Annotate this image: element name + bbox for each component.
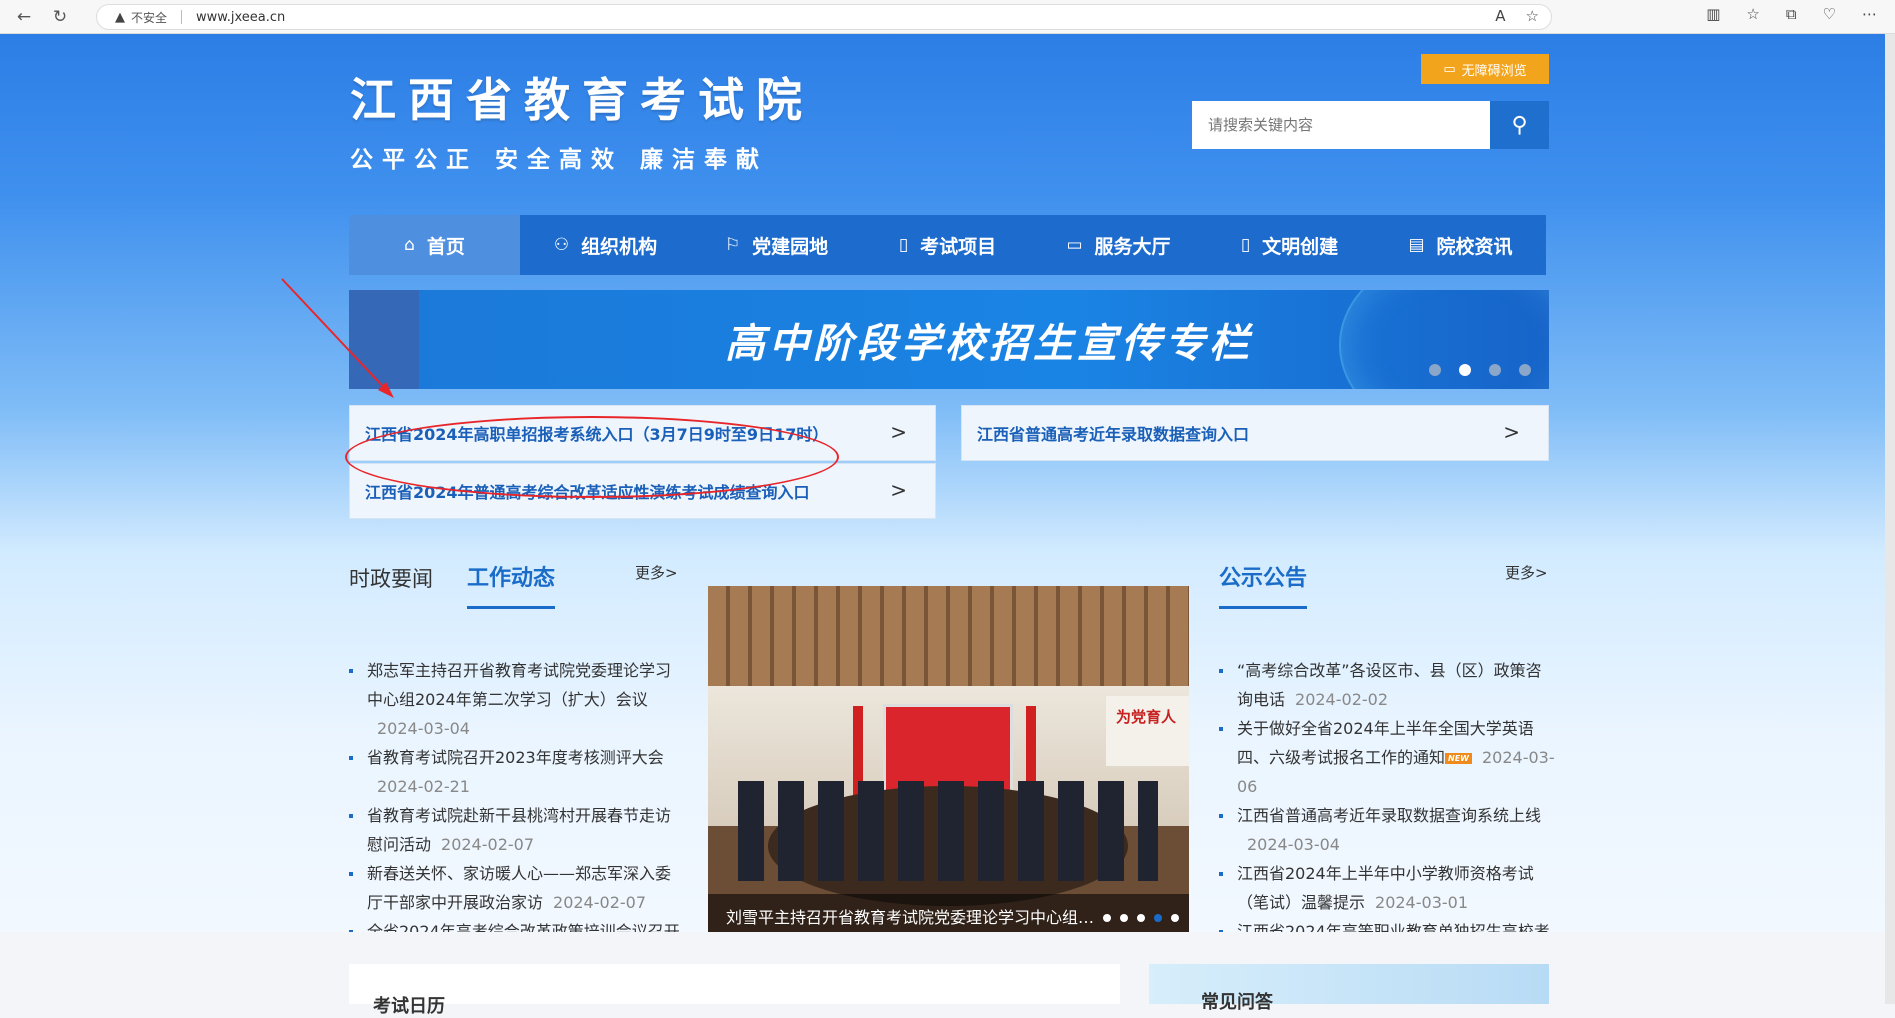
nav-label: 考试项目 (920, 235, 997, 258)
list-item[interactable]: 关于做好全省2024年上半年全国大学英语四、六级考试报名工作的通知 NEW 2024… (1219, 714, 1555, 801)
banner-dots (1429, 364, 1531, 376)
carousel-dot[interactable] (1137, 914, 1145, 922)
tablet-icon: ▯ (1240, 235, 1251, 255)
red-annotation-arrow (281, 278, 394, 398)
address-bar[interactable]: ▲ 不安全 www.jxeea.cn A ☆ (96, 4, 1552, 30)
list-item[interactable]: 省教育考试院召开2023年度考核测评大会 2024-02-21 (349, 743, 684, 801)
url-text: www.jxeea.cn (196, 9, 286, 25)
monitor-icon: ▭ (1443, 61, 1456, 77)
nav-item-organization[interactable]: ⚇ 组织机构 (520, 215, 691, 275)
carousel-dot-active[interactable] (1459, 364, 1471, 376)
photo-slogan: 为党育人 (1106, 696, 1189, 766)
notice-list: “高考综合改革”各设区市、县（区）政策咨询电话 2024-02-02 关于做好全省… (1219, 656, 1555, 946)
faq-card[interactable]: 常见问答 (1149, 964, 1549, 1013)
list-item[interactable]: 江西省2024年上半年中小学教师资格考试（笔试）温馨提示 2024-03-01 (1219, 859, 1555, 917)
read-aloud-icon[interactable]: A (1495, 7, 1505, 25)
news-date: 2024-03-04 (377, 719, 470, 738)
card-title: 考试日历 (373, 996, 445, 1017)
list-item[interactable]: 江西省普通高考近年录取数据查询系统上线 2024-03-04 (1219, 801, 1555, 859)
search-input[interactable] (1192, 101, 1490, 149)
org-icon: ⚇ (553, 235, 570, 255)
list-item[interactable]: “高考综合改革”各设区市、县（区）政策咨询电话 2024-02-02 (1219, 656, 1555, 714)
caption-text: 刘雪平主持召开省教育考试院党委理论学习中心组… (726, 908, 1095, 927)
book-icon: ▯ (898, 235, 909, 255)
notice-date: 2024-03-04 (1247, 835, 1340, 854)
news-date: 2024-02-07 (441, 835, 534, 854)
carousel-dot-active[interactable] (1154, 914, 1162, 922)
search-box: ⚲ (1192, 101, 1549, 149)
carousel-dot[interactable] (1120, 914, 1128, 922)
notice-title-text: 江西省普通高考近年录取数据查询系统上线 (1237, 806, 1542, 825)
nav-label: 服务大厅 (1094, 235, 1171, 258)
split-screen-icon[interactable]: ▥ (1706, 5, 1720, 23)
reload-icon[interactable]: ↻ (48, 5, 72, 29)
chevron-right-icon: > (890, 420, 907, 444)
collections-icon[interactable]: ⧉ (1786, 5, 1797, 23)
back-icon[interactable]: ← (12, 5, 36, 29)
notice-title-text: “高考综合改革”各设区市、县（区）政策咨询电话 (1237, 661, 1542, 709)
favorites-icon[interactable]: ☆ (1746, 5, 1759, 23)
list-item[interactable]: 郑志军主持召开省教育考试院党委理论学习中心组2024年第二次学习（扩大）会议 20… (349, 656, 684, 743)
notice-more-link[interactable]: 更多> (1505, 562, 1548, 583)
chevron-right-icon: > (1503, 420, 1520, 444)
list-item[interactable]: 新春送关怀、家访暖人心——郑志军深入委厅干部家中开展政治家访 2024-02-07 (349, 859, 684, 917)
accessibility-label: 无障碍浏览 (1461, 63, 1527, 79)
news-list: 郑志军主持召开省教育考试院党委理论学习中心组2024年第二次学习（扩大）会议 20… (349, 656, 684, 946)
nav-item-service[interactable]: ▭ 服务大厅 (1033, 215, 1204, 275)
nav-item-college-info[interactable]: ▤ 院校资讯 (1375, 215, 1546, 275)
news-title: 郑志军主持召开省教育考试院党委理论学习中心组2024年第二次学习（扩大）会议 (367, 661, 672, 709)
quick-link-admission-data[interactable]: 江西省普通高考近年录取数据查询入口 > (961, 405, 1549, 461)
photo-dots (1103, 914, 1179, 922)
accessibility-button[interactable]: ▭ 无障碍浏览 (1421, 54, 1549, 84)
carousel-dot[interactable] (1519, 364, 1531, 376)
calendar-card: 考试日历 (349, 964, 1120, 1017)
nav-item-party[interactable]: ⚐ 党建园地 (691, 215, 862, 275)
main-nav: ⌂ 首页 ⚇ 组织机构 ⚐ 党建园地 ▯ 考试项目 ▭ 服务大厅 ▯ 文明创建 ▤ 院校资讯 (349, 215, 1546, 275)
news-title: 省教育考试院召开2023年度考核测评大会 (367, 748, 664, 767)
nav-label: 首页 (426, 235, 465, 258)
photo-people (738, 781, 1158, 881)
nav-label: 院校资讯 (1436, 235, 1513, 258)
photo-carousel[interactable]: 为党育人 刘雪平主持召开省教育考试院党委理论学习中心组… (708, 586, 1189, 938)
service-icon: ▭ (1066, 235, 1083, 255)
news-date: 2024-02-07 (553, 893, 646, 912)
carousel-dot[interactable] (1429, 364, 1441, 376)
quick-link-label: 江西省普通高考近年录取数据查询入口 (977, 425, 1250, 444)
favorite-star-icon[interactable]: ☆ (1526, 7, 1539, 25)
search-button[interactable]: ⚲ (1490, 101, 1549, 149)
tab-current-affairs[interactable]: 时政要闻 (349, 563, 433, 593)
carousel-dot[interactable] (1489, 364, 1501, 376)
carousel-dot[interactable] (1103, 914, 1111, 922)
banner-title: 高中阶段学校招生宣传专栏 (725, 321, 1253, 367)
banner-carousel[interactable]: 高中阶段学校招生宣传专栏 (349, 290, 1549, 389)
info-icon: ▤ (1408, 235, 1425, 255)
warning-icon: ▲ (115, 9, 125, 25)
news-date: 2024-02-21 (377, 777, 470, 796)
nav-item-civilization[interactable]: ▯ 文明创建 (1204, 215, 1375, 275)
nav-label: 党建园地 (752, 235, 829, 258)
security-label: 不安全 (131, 10, 168, 25)
site-page: 江西省教育考试院 公平公正 安全高效 廉洁奉献 ▭ 无障碍浏览 ⚲ ⌂首页 ⚇组… (0, 34, 1895, 941)
notice-date: 2024-03-01 (1375, 893, 1468, 912)
notice-title[interactable]: 公示公告 (1219, 560, 1308, 609)
divider (181, 10, 183, 24)
carousel-dot[interactable] (1171, 914, 1179, 922)
news-more-link[interactable]: 更多> (635, 562, 678, 583)
extensions-icon[interactable]: ♡ (1823, 5, 1836, 23)
new-badge: NEW (1445, 753, 1472, 764)
nav-item-exams[interactable]: ▯ 考试项目 (862, 215, 1033, 275)
chevron-right-icon: > (890, 478, 907, 502)
tab-work-updates[interactable]: 工作动态 (467, 560, 556, 609)
party-icon: ⚐ (724, 235, 741, 255)
card-title: 常见问答 (1201, 992, 1273, 1013)
list-item[interactable]: 省教育考试院赴新干县桃湾村开展春节走访慰问活动 2024-02-07 (349, 801, 684, 859)
more-menu-icon[interactable]: ⋯ (1862, 5, 1877, 23)
nav-label: 文明创建 (1262, 235, 1339, 258)
scrollbar[interactable] (1885, 34, 1895, 1004)
nav-label: 组织机构 (581, 235, 658, 258)
browser-toolbar: ← ↻ ▲ 不安全 www.jxeea.cn A ☆ ▥ ☆ ⧉ ♡ ⋯ (0, 0, 1895, 34)
search-icon: ⚲ (1511, 112, 1528, 138)
notice-date: 2024-02-02 (1295, 690, 1388, 709)
news-tabs: 时政要闻 工作动态 (349, 550, 679, 609)
